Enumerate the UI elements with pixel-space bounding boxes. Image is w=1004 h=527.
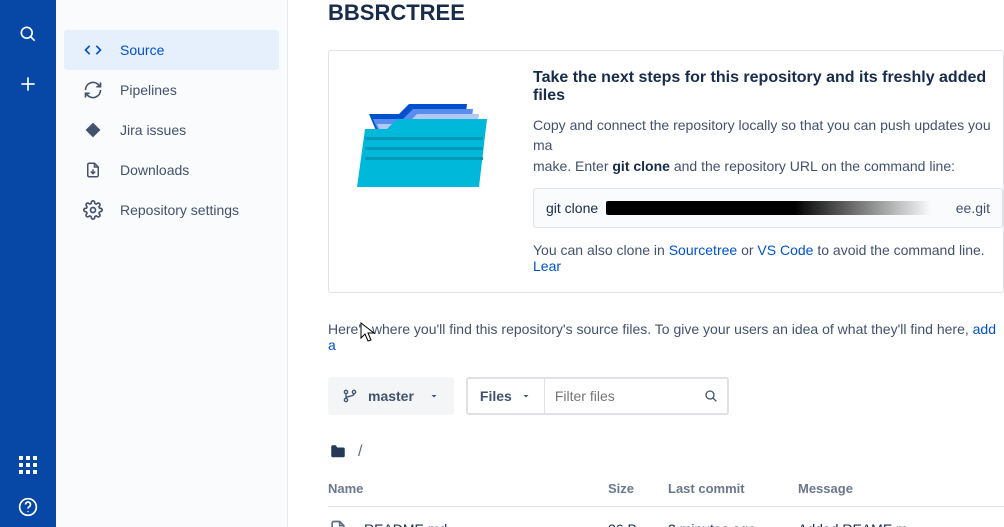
col-size: Size xyxy=(608,475,668,507)
sourcetree-link[interactable]: Sourcetree xyxy=(669,242,737,258)
apps-icon[interactable] xyxy=(16,453,40,477)
file-commit: 2 minutes ago xyxy=(668,506,798,527)
sidebar-item-jira[interactable]: Jira issues xyxy=(64,110,279,150)
learn-more-link[interactable]: Lear xyxy=(533,258,561,274)
clone-suffix: ee.git xyxy=(956,200,990,216)
global-nav xyxy=(0,0,56,527)
branch-label: master xyxy=(368,388,414,404)
clone-prefix: git clone xyxy=(546,200,598,216)
create-icon[interactable] xyxy=(16,72,40,96)
file-message: Added REAME.m xyxy=(798,506,1004,527)
repo-sidebar: Source Pipelines Jira issues Downloads R… xyxy=(56,0,288,527)
card-title: Take the next steps for this repository … xyxy=(533,69,1003,105)
main-content: BBSRCTREE Take the next steps for this r… xyxy=(288,0,1004,527)
sidebar-item-label: Source xyxy=(120,42,164,58)
filter-files-input[interactable] xyxy=(545,379,695,413)
clone-hint: You can also clone in Sourcetree or VS C… xyxy=(533,242,1003,274)
source-hint: Here's where you'll find this repository… xyxy=(328,321,1004,353)
sidebar-item-settings[interactable]: Repository settings xyxy=(64,190,279,230)
diamond-icon xyxy=(82,119,104,141)
branch-icon xyxy=(342,388,358,404)
document-icon xyxy=(328,519,348,527)
page-title: BBSRCTREE xyxy=(328,0,1004,26)
breadcrumb: / xyxy=(328,443,1004,461)
scope-label: Files xyxy=(480,388,512,404)
filter-scope-selector[interactable]: Files xyxy=(468,379,545,413)
col-commit: Last commit xyxy=(668,475,798,507)
sidebar-item-source[interactable]: Source xyxy=(64,30,279,70)
gear-icon xyxy=(82,199,104,221)
sidebar-item-pipelines[interactable]: Pipelines xyxy=(64,70,279,110)
clone-url-field[interactable]: git clone ee.git xyxy=(533,188,1003,228)
search-icon[interactable] xyxy=(16,22,40,46)
clone-url-redacted xyxy=(606,201,948,215)
chevron-down-icon xyxy=(520,390,532,402)
path-separator: / xyxy=(358,443,362,461)
help-icon[interactable] xyxy=(16,495,40,519)
chevron-down-icon xyxy=(428,390,440,402)
card-body: Copy and connect the repository locally … xyxy=(533,115,1003,176)
folder-illustration xyxy=(357,79,497,199)
col-name: Name xyxy=(328,475,608,507)
refresh-icon xyxy=(82,79,104,101)
vscode-link[interactable]: VS Code xyxy=(757,242,813,258)
files-table: Name Size Last commit Message README.md … xyxy=(328,475,1004,527)
file-size: 36 B xyxy=(608,506,668,527)
sidebar-item-label: Jira issues xyxy=(120,122,186,138)
col-msg: Message xyxy=(798,475,1004,507)
search-icon[interactable] xyxy=(695,388,727,404)
sidebar-item-label: Pipelines xyxy=(120,82,177,98)
table-row[interactable]: README.md 36 B 2 minutes ago Added REAME… xyxy=(328,506,1004,527)
file-name: README.md xyxy=(364,521,447,527)
sidebar-item-downloads[interactable]: Downloads xyxy=(64,150,279,190)
file-icon xyxy=(82,159,104,181)
branch-selector[interactable]: master xyxy=(328,377,454,415)
next-steps-card: Take the next steps for this repository … xyxy=(328,50,1004,293)
sidebar-item-label: Downloads xyxy=(120,162,189,178)
code-icon xyxy=(82,39,104,61)
folder-icon xyxy=(328,443,348,461)
file-filter: Files xyxy=(466,377,729,415)
sidebar-item-label: Repository settings xyxy=(120,202,239,218)
controls-row: master Files xyxy=(328,377,1004,415)
